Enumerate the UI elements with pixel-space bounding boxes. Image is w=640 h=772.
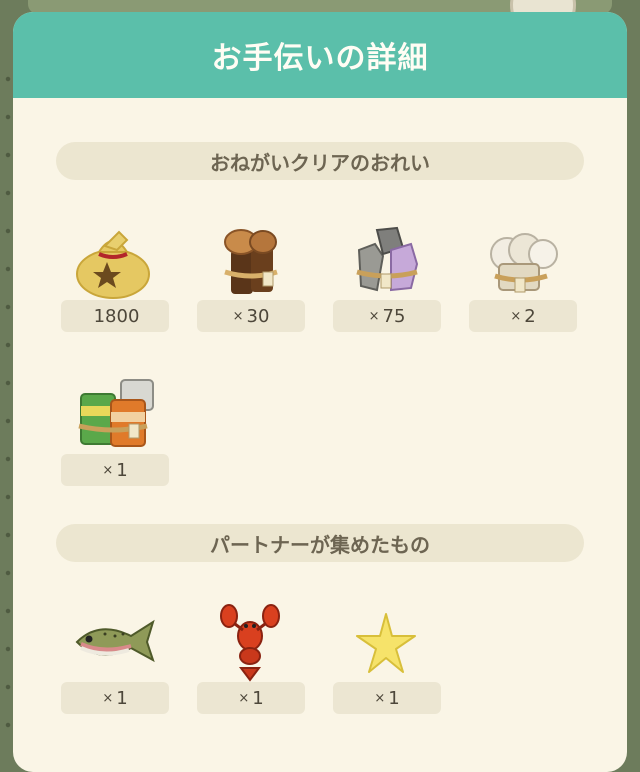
reward-count-badge: × 30 — [197, 300, 305, 332]
count-prefix: × — [232, 308, 244, 324]
count-value: 1 — [388, 687, 400, 709]
reward-count-badge: × 1 — [61, 454, 169, 486]
count-value: 2 — [524, 305, 536, 327]
background-dots — [4, 60, 12, 740]
panel-header: お手伝いの詳細 — [13, 12, 627, 98]
reward-section-title: おねがいクリアのおれい — [56, 142, 584, 180]
stone-bundle-icon — [356, 226, 419, 292]
count-prefix: × — [102, 462, 114, 478]
partner-count-badge: × 1 — [197, 682, 305, 714]
reward-item-wood[interactable]: × 30 — [195, 220, 305, 340]
count-value: 1800 — [93, 305, 140, 327]
count-prefix: × — [510, 308, 522, 324]
reward-item-stone[interactable]: × 75 — [331, 220, 441, 340]
wood-bundle-icon — [224, 229, 278, 294]
count-prefix: × — [102, 690, 114, 706]
count-value: 30 — [246, 305, 270, 327]
partner-count-badge: × 1 — [61, 682, 169, 714]
canned-food-bundle-icon — [78, 379, 154, 447]
help-details-panel: お手伝いの詳細 おねがいクリアのおれい 1800 × 30 × 75 × 2 ×… — [13, 12, 627, 772]
reward-count-badge: × 75 — [333, 300, 441, 332]
count-prefix: × — [374, 690, 386, 706]
lobster-icon — [220, 604, 280, 682]
count-prefix: × — [238, 690, 250, 706]
starfish-icon — [356, 613, 416, 673]
bell-bag-icon — [76, 230, 150, 299]
count-prefix: × — [368, 308, 380, 324]
count-value: 1 — [116, 687, 128, 709]
count-value: 1 — [116, 459, 128, 481]
panel-title: お手伝いの詳細 — [211, 41, 429, 76]
trout-fish-icon — [75, 619, 155, 663]
reward-item-canned-food[interactable]: × 1 — [59, 374, 169, 494]
reward-count-badge: 1800 — [61, 300, 169, 332]
partner-item-trout[interactable]: × 1 — [59, 602, 169, 722]
partner-item-starfish[interactable]: × 1 — [331, 602, 441, 722]
count-value: 75 — [382, 305, 406, 327]
partner-count-badge: × 1 — [333, 682, 441, 714]
reward-count-badge: × 2 — [469, 300, 577, 332]
reward-item-cotton[interactable]: × 2 — [467, 220, 577, 340]
reward-item-bells[interactable]: 1800 — [59, 220, 169, 340]
cotton-bundle-icon — [490, 233, 558, 293]
partner-item-lobster[interactable]: × 1 — [195, 602, 305, 722]
partner-section-title: パートナーが集めたもの — [56, 524, 584, 562]
count-value: 1 — [252, 687, 264, 709]
